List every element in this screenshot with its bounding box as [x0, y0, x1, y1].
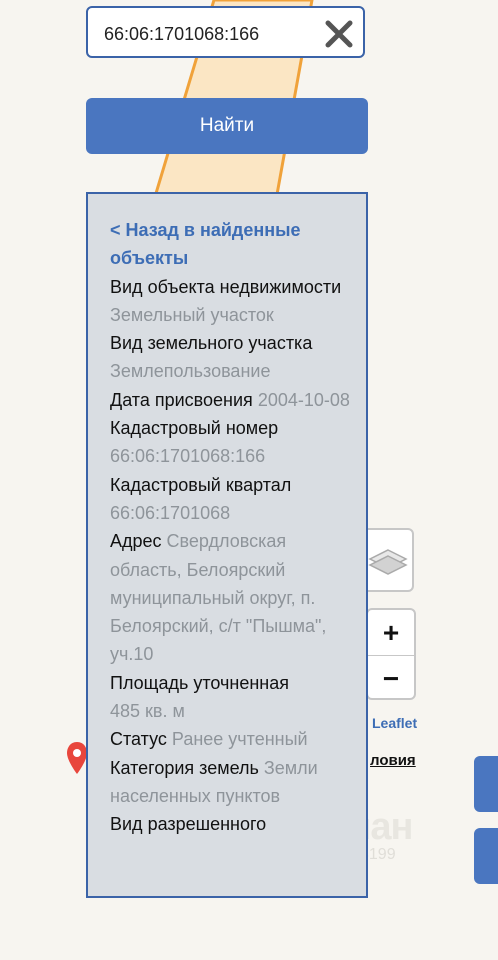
field-status: Статус Ранее учтенный — [110, 725, 350, 753]
location-pin-icon[interactable] — [66, 741, 88, 775]
field-area-value: 485 кв. м — [110, 697, 350, 725]
field-label: Вид объекта недвижимости — [110, 276, 342, 297]
field-value: Ранее учтенный — [171, 729, 308, 750]
field-label: Кадастровый номер — [110, 418, 279, 439]
field-permitted-use: Вид разрешенного — [110, 810, 350, 838]
field-cadastral-quarter: Кадастровый квартал — [110, 471, 350, 499]
field-value: 2004-10-08 — [257, 389, 350, 410]
search-input[interactable] — [102, 18, 316, 50]
field-cadastral-number: Кадастровый номер — [110, 414, 350, 442]
field-object-type-value: Земельный участок — [110, 301, 350, 329]
object-info-content: < Назад в найденные объекты Вид объекта … — [110, 216, 350, 839]
search-box — [86, 6, 365, 58]
field-label: Категория земель — [110, 757, 259, 778]
field-value: 66:06:1701068:166 — [110, 446, 266, 467]
field-address: Адрес Свердловская область, Белоярский м… — [110, 527, 350, 668]
field-value: Землепользование — [110, 361, 271, 382]
field-land-type-value: Землепользование — [110, 357, 350, 385]
object-info-panel: < Назад в найденные объекты Вид объекта … — [86, 192, 368, 898]
field-cadastral-number-value: 66:06:1701068:166 — [110, 442, 350, 470]
back-to-results-link[interactable]: < Назад в найденные объекты — [110, 216, 350, 273]
field-cadastral-quarter-value: 66:06:1701068 — [110, 499, 350, 527]
zoom-out-button[interactable]: − — [368, 656, 414, 701]
side-tab-down[interactable] — [474, 828, 498, 884]
field-value: 66:06:1701068 — [110, 502, 231, 523]
layers-button[interactable] — [362, 528, 414, 592]
field-object-type: Вид объекта недвижимости — [110, 273, 350, 301]
field-label: Площадь уточненная — [110, 672, 289, 693]
clear-button[interactable] — [323, 18, 355, 50]
layers-icon — [368, 549, 408, 575]
field-assign-date: Дата присвоения 2004-10-08 — [110, 386, 350, 414]
field-value: Земельный участок — [110, 304, 274, 325]
field-label: Вид разрешенного — [110, 814, 267, 835]
close-icon — [325, 20, 353, 48]
field-label: Статус — [110, 729, 167, 750]
field-label: Вид земельного участка — [110, 333, 313, 354]
field-label: Дата присвоения — [110, 389, 253, 410]
terms-link[interactable]: ловия — [370, 752, 416, 769]
side-tab-up[interactable] — [474, 756, 498, 812]
field-land-category: Категория земель Земли населенных пункто… — [110, 754, 350, 811]
field-value: 485 кв. м — [110, 701, 185, 722]
field-label: Кадастровый квартал — [110, 474, 292, 495]
find-button[interactable]: Найти — [86, 98, 368, 154]
field-label: Адрес — [110, 531, 162, 552]
leaflet-attribution-link[interactable]: Leaflet — [372, 715, 417, 731]
zoom-in-button[interactable]: + — [368, 610, 414, 655]
field-land-type: Вид земельного участка — [110, 329, 350, 357]
field-area: Площадь уточненная — [110, 669, 350, 697]
zoom-control: + − — [366, 608, 416, 700]
